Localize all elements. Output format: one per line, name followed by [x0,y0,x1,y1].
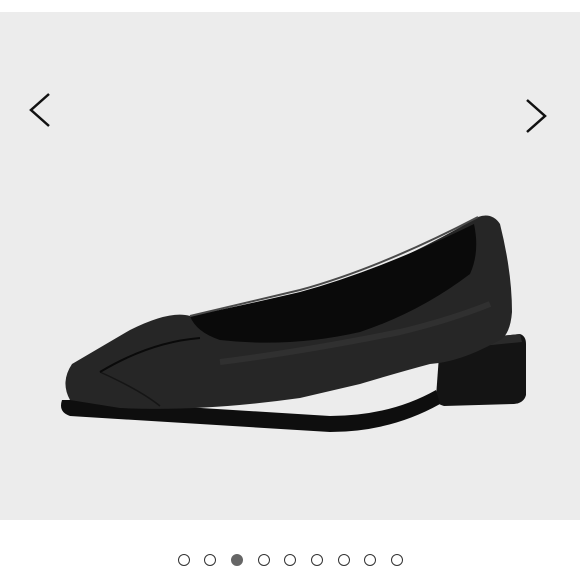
pagination-dot[interactable] [364,554,376,566]
pagination-dot-active[interactable] [231,554,243,566]
product-image [61,215,526,432]
product-image-viewer[interactable] [0,12,580,520]
pagination-dot[interactable] [178,554,190,566]
previous-image-button[interactable] [20,90,60,130]
pagination-dot[interactable] [391,554,403,566]
pagination-dot[interactable] [338,554,350,566]
pagination-dot[interactable] [204,554,216,566]
next-image-button[interactable] [516,96,556,136]
chevron-right-icon [526,99,547,133]
pagination-dot[interactable] [258,554,270,566]
chevron-left-icon [29,93,50,127]
pagination-dot[interactable] [311,554,323,566]
carousel-pagination [0,549,580,571]
pagination-dot[interactable] [284,554,296,566]
